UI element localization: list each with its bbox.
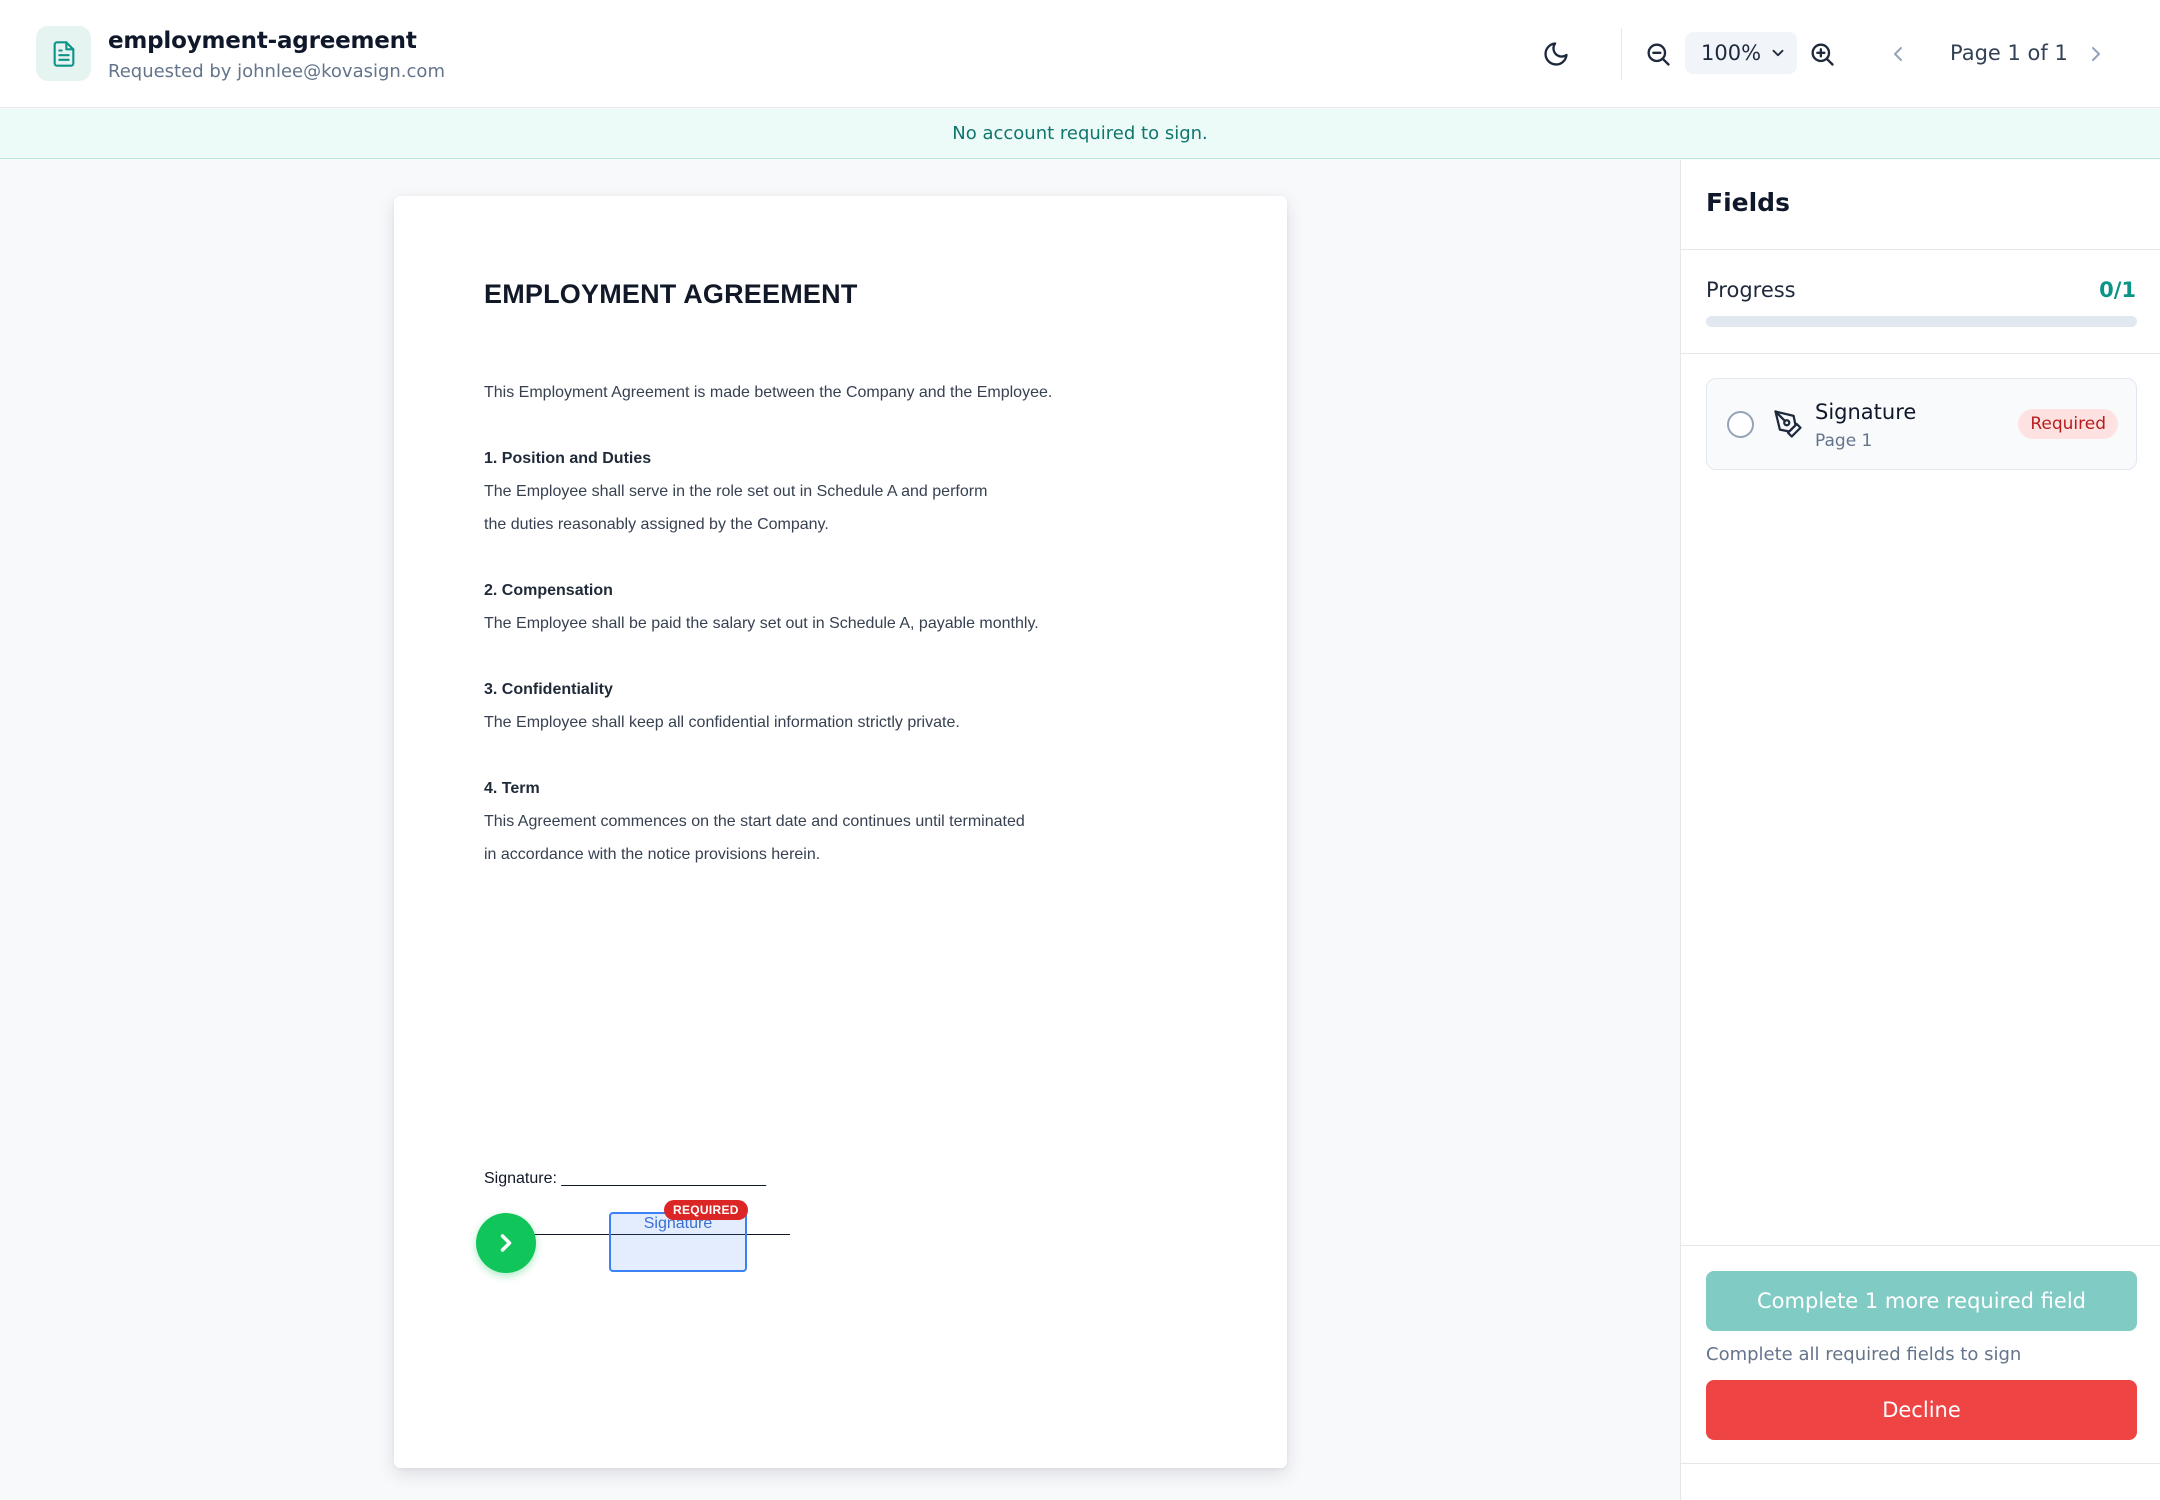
divider <box>1681 1245 2160 1246</box>
field-status-radio[interactable] <box>1727 411 1754 438</box>
required-badge: Required <box>2018 409 2118 439</box>
section-text: The Employee shall serve in the role set… <box>484 483 988 500</box>
zoom-in-icon <box>1811 43 1834 66</box>
section-heading: 4. Term <box>484 780 540 797</box>
info-banner: No account required to sign. <box>0 109 2160 159</box>
divider <box>1681 353 2160 354</box>
section-heading: 3. Confidentiality <box>484 681 613 698</box>
field-item-signature[interactable]: Signature Page 1 Required <box>1706 378 2137 470</box>
progress-count: 0/1 <box>2099 278 2136 302</box>
decline-button[interactable]: Decline <box>1706 1380 2137 1440</box>
top-bar: employment-agreement Requested by johnle… <box>0 0 2160 108</box>
divider <box>1681 1463 2160 1464</box>
moon-icon <box>1544 42 1568 66</box>
zoom-out-icon <box>1647 43 1670 66</box>
progress-label: Progress <box>1706 278 1796 302</box>
section-heading: 2. Compensation <box>484 582 613 599</box>
required-tag: REQUIRED <box>664 1200 748 1220</box>
signature-field[interactable]: Signature <box>609 1212 747 1272</box>
chevron-right-icon <box>2092 47 2100 61</box>
section-text: The Employee shall keep all confidential… <box>484 714 960 731</box>
chevron-down-icon <box>1772 49 1784 57</box>
fields-sidebar: Fields Progress 0/1 Signature Page 1 Req… <box>1680 160 2160 1500</box>
zoom-value: 100% <box>1701 41 1762 65</box>
section-heading: 1. Position and Duties <box>484 450 652 467</box>
page-indicator: Page 1 of 1 <box>1950 41 2068 65</box>
section-text: the duties reasonably assigned by the Co… <box>484 516 829 533</box>
zoom-select[interactable]: 100% <box>1685 32 1797 74</box>
theme-toggle-button[interactable] <box>1532 32 1580 76</box>
toolbar-divider <box>1621 28 1622 80</box>
document-viewer[interactable]: EMPLOYMENT AGREEMENT This Employment Agr… <box>0 160 1680 1500</box>
section-text: The Employee shall be paid the salary se… <box>484 615 1039 632</box>
divider <box>1681 249 2160 250</box>
previous-page-button[interactable] <box>1876 32 1920 76</box>
next-field-button[interactable] <box>476 1213 536 1273</box>
section-text: This Agreement commences on the start da… <box>484 813 1025 830</box>
document-title: employment-agreement <box>108 28 417 54</box>
section-text: in accordance with the notice provisions… <box>484 846 821 863</box>
document-heading: EMPLOYMENT AGREEMENT <box>484 279 858 309</box>
complete-button[interactable]: Complete 1 more required field <box>1706 1271 2137 1331</box>
chevron-left-icon <box>1894 47 1902 61</box>
zoom-in-button[interactable] <box>1800 32 1844 76</box>
document-icon <box>36 26 91 81</box>
complete-hint: Complete all required fields to sign <box>1706 1344 2022 1365</box>
sidebar-title: Fields <box>1706 188 1790 217</box>
field-name: Signature <box>1815 400 1917 424</box>
next-page-button[interactable] <box>2074 32 2118 76</box>
document-intro: This Employment Agreement is made betwee… <box>484 384 1053 401</box>
signature-line-text: Signature: _______________________ <box>484 1170 767 1187</box>
pen-icon <box>1774 410 1802 438</box>
progress-bar <box>1706 316 2137 327</box>
zoom-out-button[interactable] <box>1636 32 1680 76</box>
requested-by: Requested by johnlee@kovasign.com <box>108 61 445 82</box>
document-page: EMPLOYMENT AGREEMENT This Employment Agr… <box>394 196 1287 1468</box>
chevron-right-icon <box>500 1234 512 1252</box>
field-page: Page 1 <box>1815 431 1873 451</box>
